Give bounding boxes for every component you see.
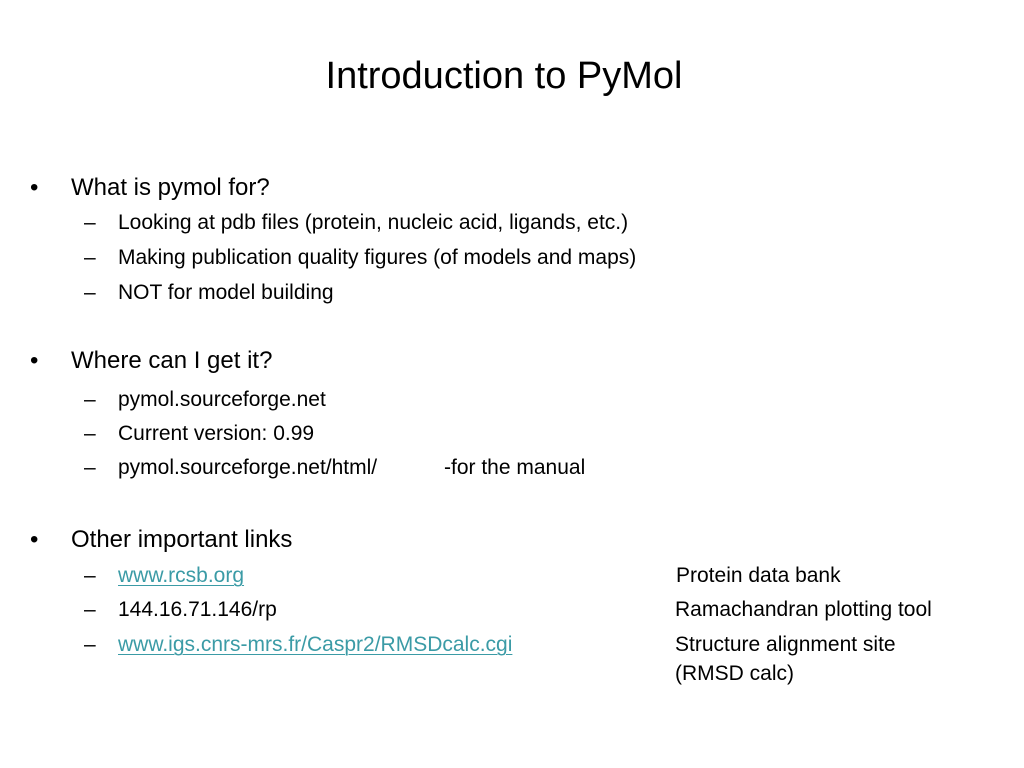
link-description: Structure alignment site [675, 633, 896, 656]
sub-item-text: Making publication quality figures (of m… [118, 246, 637, 269]
sub-item-text: Looking at pdb files (protein, nucleic a… [118, 211, 629, 234]
link-description: Protein data bank [676, 564, 841, 587]
manual-note: -for the manual [444, 456, 586, 479]
bullet-icon: • [30, 347, 39, 374]
rmsd-calc-link[interactable]: www.igs.cnrs-mrs.fr/Caspr2/RMSDcalc.cgi [118, 632, 512, 658]
dash-icon: – [84, 281, 96, 304]
link-description-line2: (RMSD calc) [675, 662, 794, 685]
dash-icon: – [84, 388, 96, 411]
rcsb-link[interactable]: www.rcsb.org [118, 563, 244, 589]
dash-icon: – [84, 211, 96, 234]
bullet-icon: • [30, 526, 39, 553]
sub-item-text: pymol.sourceforge.net [118, 388, 326, 411]
link-description: Ramachandran plotting tool [675, 598, 932, 621]
dash-icon: – [84, 564, 96, 587]
dash-icon: – [84, 633, 96, 656]
dash-icon: – [84, 456, 96, 479]
ramachandran-address: 144.16.71.146/rp [118, 598, 277, 621]
dash-icon: – [84, 598, 96, 621]
dash-icon: – [84, 246, 96, 269]
bullet-heading: Where can I get it? [71, 347, 273, 374]
bullet-heading: Other important links [71, 526, 293, 553]
slide-title: Introduction to PyMol [325, 55, 683, 97]
sub-item-text: pymol.sourceforge.net/html/ [118, 456, 378, 479]
bullet-icon: • [30, 174, 39, 201]
slide: Introduction to PyMol • What is pymol fo… [0, 0, 1024, 768]
sub-item-text: NOT for model building [118, 281, 334, 304]
dash-icon: – [84, 422, 96, 445]
sub-item-text: Current version: 0.99 [118, 422, 315, 445]
bullet-heading: What is pymol for? [71, 174, 270, 201]
